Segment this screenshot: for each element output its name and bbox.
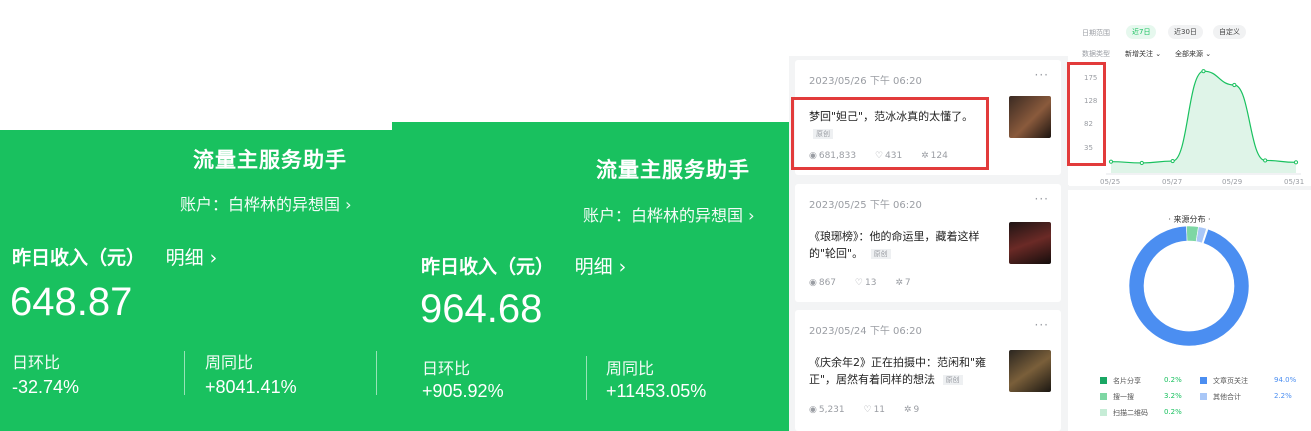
legend-item: 扫描二维码 <box>1100 408 1148 418</box>
data-point[interactable] <box>1201 69 1206 74</box>
x-tick: 05/25 <box>1100 178 1121 186</box>
article-thumbnail <box>1009 222 1051 264</box>
card-title: 流量主服务助手 <box>596 158 750 182</box>
x-tick: 05/29 <box>1222 178 1243 186</box>
divider <box>184 351 185 395</box>
views-count: 5,231 <box>818 405 845 415</box>
legend-item: 文章页关注 <box>1200 376 1248 386</box>
income-card-2: 流量主服务助手 账户：白桦林的异想国 › 昨日收入（元） 明细 › 964.68… <box>392 122 789 431</box>
more-icon[interactable]: ··· <box>1035 318 1049 332</box>
article-thumbnail <box>1009 96 1051 138</box>
highlight-box <box>1067 62 1106 166</box>
likes-count: 11 <box>873 405 886 415</box>
dod-label: 日环比 <box>12 353 61 372</box>
x-tick: 05/27 <box>1162 178 1183 186</box>
wow-value: +8041.41% <box>205 377 297 397</box>
legend-label: 文章页关注 <box>1213 377 1248 385</box>
article-stats: ◉ 867 ♡ 13 ✲ 7 <box>809 278 927 288</box>
article-stats: ◉ 5,231 ♡ 11 ✲ 9 <box>809 405 935 415</box>
article-thumbnail <box>1009 350 1051 392</box>
article-card[interactable]: 2023/05/24 下午 06:20 ··· 《庆余年2》正在拍摄中：范闲和"… <box>795 310 1061 431</box>
legend-swatch <box>1200 377 1207 384</box>
more-icon[interactable]: ··· <box>1035 68 1049 82</box>
legend-value: 0.2% <box>1164 408 1182 416</box>
dod-value: +905.92% <box>422 381 504 401</box>
legend-value: 94.0% <box>1274 376 1297 384</box>
legend-value: 2.2% <box>1274 392 1292 400</box>
wow-label: 周同比 <box>205 353 254 372</box>
dod-value: -32.74% <box>12 377 80 397</box>
legend-item: 搜一搜 <box>1100 392 1134 402</box>
source-donut-chart <box>1128 226 1250 347</box>
article-title-text: 《琅琊榜》：他的命运里，藏着这样的"轮回"。 <box>809 230 980 260</box>
trend-area <box>1111 71 1296 173</box>
share-icon: ✲ <box>895 278 903 288</box>
card-title: 流量主服务助手 <box>193 148 347 172</box>
shares-count: 7 <box>904 278 911 288</box>
income-amount: 648.87 <box>10 280 133 324</box>
original-tag: 原创 <box>942 375 963 385</box>
divider <box>376 351 377 395</box>
income-label-row: 昨日收入（元） 明细 › <box>12 243 217 270</box>
account-link[interactable]: 账户：白桦林的异想国 › <box>583 202 755 226</box>
wow-value: +11453.05% <box>606 381 707 401</box>
data-point[interactable] <box>1139 160 1144 166</box>
data-point[interactable] <box>1170 158 1175 164</box>
income-label: 昨日收入（元） <box>421 256 555 278</box>
share-icon: ✲ <box>903 405 912 415</box>
article-date: 2023/05/26 下午 06:20 <box>809 76 922 87</box>
thumb-up-icon: ♡ <box>854 278 863 288</box>
data-point[interactable] <box>1293 160 1299 165</box>
article-card[interactable]: 2023/05/25 下午 06:20 ··· 《琅琊榜》：他的命运里，藏着这样… <box>795 184 1061 302</box>
legend-label: 扫描二维码 <box>1113 409 1148 417</box>
legend-label: 搜一搜 <box>1113 393 1134 401</box>
original-tag: 原创 <box>870 249 891 259</box>
article-title[interactable]: 《琅琊榜》：他的命运里，藏着这样的"轮回"。 原创 <box>809 228 997 262</box>
donut-slice[interactable] <box>1128 226 1250 347</box>
income-card-1: 流量主服务助手 账户：白桦林的异想国 › 昨日收入（元） 明细 › 648.87… <box>0 130 392 431</box>
income-amount: 964.68 <box>420 287 543 331</box>
x-tick: 05/31 <box>1284 178 1305 186</box>
highlight-box <box>791 97 989 170</box>
legend-swatch <box>1100 409 1107 416</box>
likes-count: 13 <box>865 278 877 288</box>
legend-swatch <box>1100 377 1107 384</box>
account-link[interactable]: 账户：白桦林的异想国 › <box>180 191 352 215</box>
legend-item: 其他合计 <box>1200 392 1241 402</box>
thumb-up-icon: ♡ <box>863 405 872 415</box>
data-point[interactable] <box>1108 159 1114 164</box>
article-title[interactable]: 《庆余年2》正在拍摄中：范闲和"雍正"，居然有着同样的想法 原创 <box>809 354 997 388</box>
legend-value: 3.2% <box>1164 392 1182 400</box>
eye-icon: ◉ <box>809 278 817 288</box>
wow-label: 周同比 <box>606 359 655 378</box>
legend-label: 其他合计 <box>1213 393 1241 401</box>
eye-icon: ◉ <box>809 405 817 415</box>
shares-count: 9 <box>913 405 920 415</box>
legend-swatch <box>1200 393 1207 400</box>
income-label-row: 昨日收入（元） 明细 › <box>421 252 626 279</box>
divider <box>586 356 587 400</box>
detail-link[interactable]: 明细 › <box>575 256 627 278</box>
detail-link[interactable]: 明细 › <box>166 247 218 269</box>
dod-label: 日环比 <box>422 359 471 378</box>
legend-item: 名片分享 <box>1100 376 1141 386</box>
legend-value: 0.2% <box>1164 376 1182 384</box>
article-date: 2023/05/25 下午 06:20 <box>809 200 922 211</box>
article-date: 2023/05/24 下午 06:20 <box>809 326 922 337</box>
income-label: 昨日收入（元） <box>12 247 146 269</box>
data-point[interactable] <box>1263 158 1268 163</box>
legend-label: 名片分享 <box>1113 377 1141 385</box>
data-point[interactable] <box>1232 82 1237 88</box>
views-count: 867 <box>818 278 837 288</box>
source-distribution-panel: · 来源分布 · 名片分享 0.2% 文章页关注 94.0% 搜一搜 3.2% … <box>1068 190 1311 431</box>
legend-swatch <box>1100 393 1107 400</box>
more-icon[interactable]: ··· <box>1035 192 1049 206</box>
pie-title: · 来源分布 · <box>1168 215 1211 224</box>
